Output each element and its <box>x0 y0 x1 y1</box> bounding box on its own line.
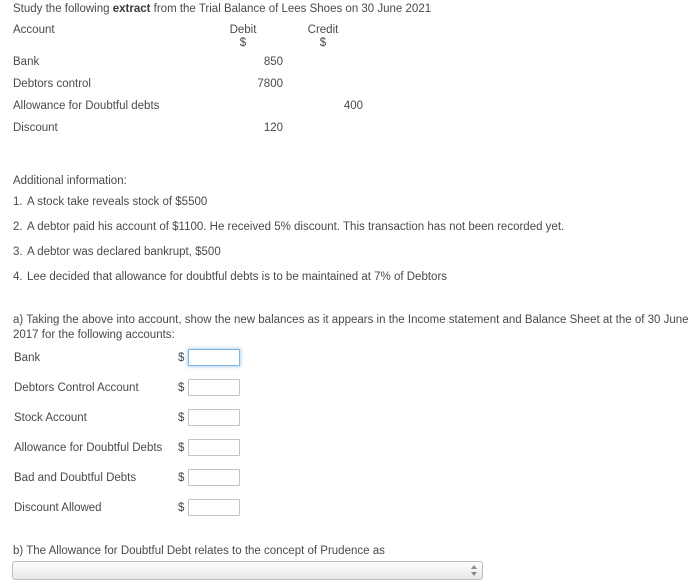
question-page: Study the following extract from the Tri… <box>0 0 700 588</box>
answer-label: Bank <box>14 352 41 364</box>
part-a-question: a) Taking the above into account, show t… <box>13 314 689 341</box>
list-item-text: Lee decided that allowance for doubtful … <box>27 271 448 283</box>
answer-row-bank: Bank $ <box>0 348 400 378</box>
additional-information-title: Additional information: <box>13 175 127 187</box>
table-row: Allowance for Doubtful debts 400 <box>13 100 363 122</box>
intro-text: Study the following extract from the Tri… <box>13 3 431 15</box>
row-credit <box>283 122 363 144</box>
currency-symbol: $ <box>178 412 185 424</box>
stock-account-input[interactable] <box>188 409 240 426</box>
answer-row-debtors-control-account: Debtors Control Account $ <box>0 378 400 408</box>
answer-label: Bad and Doubtful Debts <box>14 472 137 484</box>
currency-symbol: $ <box>178 442 185 454</box>
intro-text-before: Study the following <box>13 3 113 15</box>
list-item-text: A debtor was declared bankrupt, $500 <box>27 246 221 258</box>
list-item: 1. A stock take reveals stock of $5500 <box>13 196 673 209</box>
list-item-number: 2. <box>13 221 23 233</box>
row-account: Allowance for Doubtful debts <box>13 100 160 112</box>
part-a-answer-fields: Bank $ Debtors Control Account $ Stock A… <box>0 348 400 528</box>
list-item-number: 3. <box>13 246 23 258</box>
row-account: Bank <box>13 56 40 68</box>
currency-symbol: $ <box>178 502 185 514</box>
list-item-number: 1. <box>13 196 23 208</box>
list-item-text: A debtor paid his account of $1100. He r… <box>27 221 565 233</box>
answer-label: Allowance for Doubtful Debts <box>14 442 163 454</box>
currency-credit: $ <box>319 37 327 49</box>
answer-row-stock-account: Stock Account $ <box>0 408 400 438</box>
list-item: 2. A debtor paid his account of $1100. H… <box>13 221 673 234</box>
row-debit: 120 <box>263 122 283 134</box>
answer-row-bad-and-doubtful-debts: Bad and Doubtful Debts $ <box>0 468 400 498</box>
allowance-for-doubtful-debts-input[interactable] <box>188 439 240 456</box>
bank-input[interactable] <box>188 349 240 366</box>
currency-symbol: $ <box>178 382 185 394</box>
trial-balance-table: Account Debit Credit $ $ Bank 850 Debtor… <box>13 24 363 144</box>
part-b-question: b) The Allowance for Doubtful Debt relat… <box>13 545 385 557</box>
header-debit: Debit <box>229 24 257 36</box>
answer-label: Debtors Control Account <box>14 382 139 394</box>
debtors-control-account-input[interactable] <box>188 379 240 396</box>
discount-allowed-input[interactable] <box>188 499 240 516</box>
currency-debit: $ <box>239 37 247 49</box>
row-credit <box>283 56 363 78</box>
list-item: 4. Lee decided that allowance for doubtf… <box>13 271 673 284</box>
table-row: Bank 850 <box>13 56 363 78</box>
intro-text-emphasis: extract <box>112 3 151 15</box>
answer-row-allowance-for-doubtful-debts: Allowance for Doubtful Debts $ <box>0 438 400 468</box>
table-row: Discount 120 <box>13 122 363 144</box>
table-header-row: Account Debit Credit <box>13 24 363 37</box>
list-item-number: 4. <box>13 271 23 283</box>
row-account: Discount <box>13 122 58 134</box>
table-currency-row: $ $ <box>13 37 363 56</box>
table-row: Debtors control 7800 <box>13 78 363 100</box>
additional-information-list: 1. A stock take reveals stock of $5500 2… <box>13 196 673 296</box>
currency-symbol: $ <box>178 472 185 484</box>
header-account: Account <box>13 24 55 36</box>
list-item: 3. A debtor was declared bankrupt, $500 <box>13 246 673 259</box>
currency-account <box>13 37 203 56</box>
row-account: Debtors control <box>13 78 91 90</box>
row-credit <box>283 78 363 100</box>
answer-label: Stock Account <box>14 412 87 424</box>
row-credit: 400 <box>343 100 363 112</box>
currency-symbol: $ <box>178 352 185 364</box>
header-credit: Credit <box>307 24 339 36</box>
answer-label: Discount Allowed <box>14 502 102 514</box>
row-debit <box>203 100 283 122</box>
prudence-select-wrapper <box>12 561 483 580</box>
intro-text-after: from the Trial Balance of Lees Shoes on … <box>150 3 432 15</box>
prudence-select[interactable] <box>12 561 483 580</box>
bad-and-doubtful-debts-input[interactable] <box>188 469 240 486</box>
answer-row-discount-allowed: Discount Allowed $ <box>0 498 400 528</box>
row-debit: 7800 <box>257 78 283 90</box>
row-debit: 850 <box>263 56 283 68</box>
list-item-text: A stock take reveals stock of $5500 <box>27 196 208 208</box>
